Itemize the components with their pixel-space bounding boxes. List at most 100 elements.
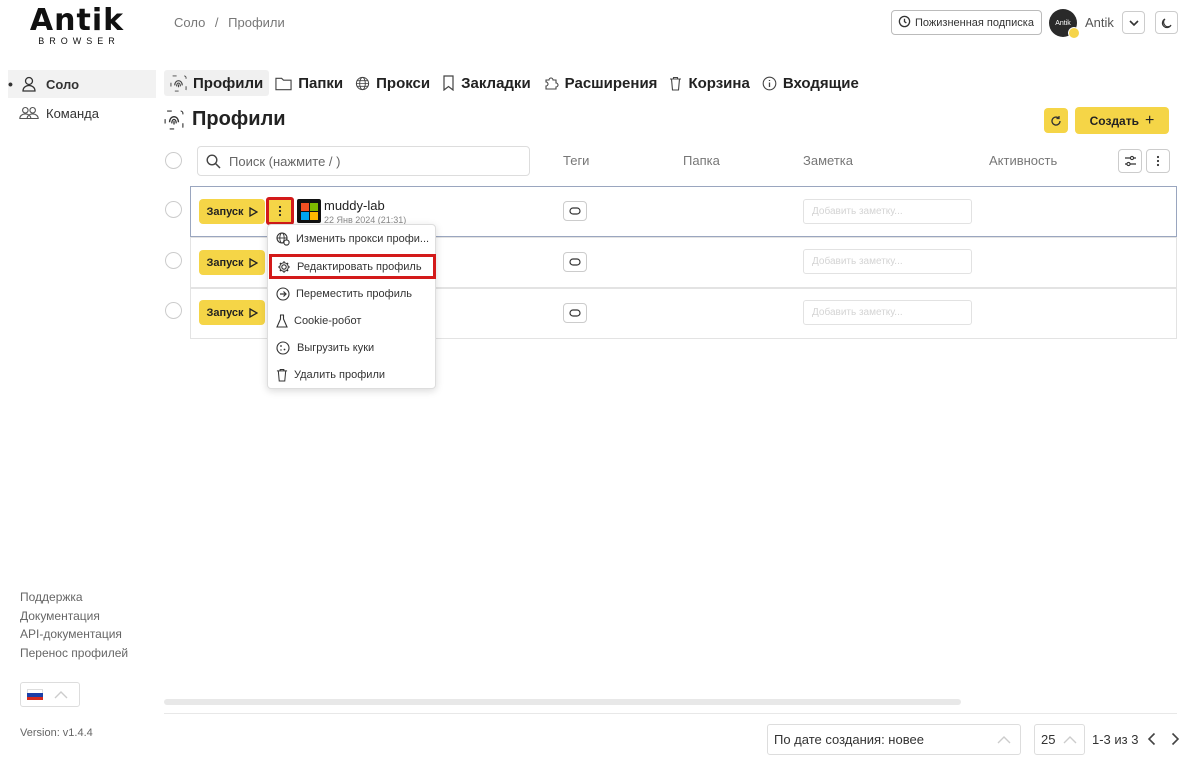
link-api-docs[interactable]: API-документация — [20, 625, 128, 644]
folder-icon — [275, 77, 292, 90]
page-title: Профили — [164, 108, 286, 131]
launch-button[interactable]: Запуск — [199, 300, 265, 325]
column-header-tags[interactable]: Теги — [563, 153, 589, 168]
fingerprint-icon — [170, 74, 187, 92]
create-profile-button[interactable]: Создать + — [1075, 107, 1169, 134]
horizontal-scrollbar[interactable] — [164, 699, 961, 705]
row-more-button[interactable] — [266, 197, 294, 225]
column-settings-button[interactable] — [1118, 149, 1142, 173]
column-header-folder[interactable]: Папка — [683, 153, 720, 168]
add-tag-button[interactable] — [563, 201, 587, 221]
menu-item-label: Cookie-робот — [294, 315, 362, 327]
logo-text: Antik — [29, 3, 125, 38]
menu-item-label: Удалить профили — [294, 369, 386, 381]
menu-item-edit-profile[interactable]: Редактировать профиль — [269, 254, 436, 279]
sidebar-item-solo[interactable]: • Соло — [8, 70, 156, 98]
tab-folders[interactable]: Папки — [269, 70, 349, 96]
menu-item-label: Изменить прокси профи... — [296, 233, 430, 245]
search-icon — [206, 153, 221, 169]
link-support[interactable]: Поддержка — [20, 588, 128, 607]
column-header-note[interactable]: Заметка — [803, 153, 853, 168]
link-profile-transfer[interactable]: Перенос профилей — [20, 644, 128, 663]
tab-extensions[interactable]: Расширения — [537, 70, 664, 96]
tab-label: Закладки — [461, 74, 531, 92]
info-icon — [762, 76, 777, 90]
subscription-label: Пожизненная подписка — [915, 16, 1034, 29]
language-select[interactable] — [20, 682, 80, 707]
table-more-button[interactable] — [1146, 149, 1170, 173]
column-header-activity[interactable]: Активность — [989, 153, 1057, 168]
menu-item-label: Редактировать профиль — [297, 260, 422, 273]
refresh-button[interactable] — [1044, 108, 1068, 133]
chevron-up-icon — [54, 690, 68, 698]
tab-bookmarks[interactable]: Закладки — [436, 70, 537, 96]
footer-divider — [164, 713, 1177, 714]
tab-label: Расширения — [564, 74, 658, 92]
add-tag-button[interactable] — [563, 303, 587, 323]
launch-label: Запуск — [206, 256, 244, 269]
tag-icon — [569, 207, 581, 215]
sort-select[interactable]: По дате создания: новее — [767, 724, 1021, 755]
launch-label: Запуск — [206, 205, 244, 218]
tab-inbox[interactable]: Входящие — [756, 70, 865, 96]
account-dropdown-button[interactable] — [1122, 11, 1145, 34]
menu-item-export-cookies[interactable]: Выгрузить куки — [274, 337, 431, 359]
tab-label: Прокси — [376, 74, 431, 92]
trash-icon — [276, 368, 288, 382]
refresh-icon — [1051, 115, 1061, 126]
tab-label: Входящие — [782, 74, 859, 92]
flask-icon — [276, 314, 288, 328]
pagination-info: 1-3 из 3 — [1092, 732, 1139, 747]
chevron-left-icon — [1147, 732, 1155, 746]
select-all-checkbox[interactable] — [165, 152, 182, 169]
prev-page-button[interactable] — [1143, 730, 1159, 748]
arrow-circle-icon — [276, 287, 290, 301]
tab-label: Профили — [193, 74, 264, 92]
tab-trash[interactable]: Корзина — [663, 70, 755, 96]
play-icon — [248, 257, 258, 268]
next-page-button[interactable] — [1167, 730, 1183, 748]
menu-item-change-proxy[interactable]: Изменить прокси профи... — [274, 228, 431, 250]
user-name[interactable]: Antik — [1085, 15, 1114, 30]
plus-icon: + — [1145, 111, 1155, 129]
bookmark-icon — [443, 75, 454, 91]
menu-item-cookie-robot[interactable]: Cookie-робот — [274, 310, 431, 332]
row-checkbox[interactable] — [165, 201, 182, 218]
menu-item-label: Выгрузить куки — [297, 342, 375, 354]
page-size-value: 25 — [1041, 732, 1056, 747]
sidebar-item-team[interactable]: Команда — [8, 99, 156, 127]
kebab-menu-icon — [1156, 155, 1160, 167]
row-checkbox[interactable] — [165, 302, 182, 319]
sidebar-item-label: Соло — [46, 76, 80, 92]
avatar[interactable]: Antik — [1049, 9, 1080, 39]
active-bullet: • — [8, 76, 13, 92]
note-input[interactable]: Добавить заметку... — [803, 300, 972, 325]
sidebar-item-label: Команда — [46, 105, 99, 121]
page-title-text: Профили — [192, 108, 286, 130]
link-docs[interactable]: Документация — [20, 607, 128, 626]
subscription-badge[interactable]: Пожизненная подписка — [891, 10, 1042, 35]
row-checkbox[interactable] — [165, 252, 182, 269]
menu-item-delete-profiles[interactable]: Удалить профили — [274, 364, 431, 386]
breadcrumb-root[interactable]: Соло — [174, 15, 205, 30]
user-icon — [18, 75, 40, 93]
theme-toggle-button[interactable] — [1155, 11, 1178, 34]
add-tag-button[interactable] — [563, 252, 587, 272]
tab-proxy[interactable]: Прокси — [349, 70, 436, 96]
note-input[interactable]: Добавить заметку... — [803, 199, 972, 224]
launch-label: Запуск — [206, 306, 244, 319]
menu-item-move-profile[interactable]: Переместить профиль — [274, 283, 431, 305]
main-tabs: Профили Папки Прокси Закладки Расширения… — [164, 70, 865, 96]
tab-label: Корзина — [688, 74, 750, 92]
search-input[interactable] — [229, 153, 519, 169]
launch-button[interactable]: Запуск — [199, 250, 265, 275]
windows-icon — [297, 199, 321, 223]
search-box[interactable] — [197, 146, 530, 176]
profile-name[interactable]: muddy-lab — [324, 198, 385, 213]
russian-flag-icon — [27, 689, 43, 700]
launch-button[interactable]: Запуск — [199, 199, 265, 224]
chevron-down-icon — [1128, 19, 1139, 26]
page-size-select[interactable]: 25 — [1034, 724, 1085, 755]
tab-profiles[interactable]: Профили — [164, 70, 270, 96]
note-input[interactable]: Добавить заметку... — [803, 249, 972, 274]
